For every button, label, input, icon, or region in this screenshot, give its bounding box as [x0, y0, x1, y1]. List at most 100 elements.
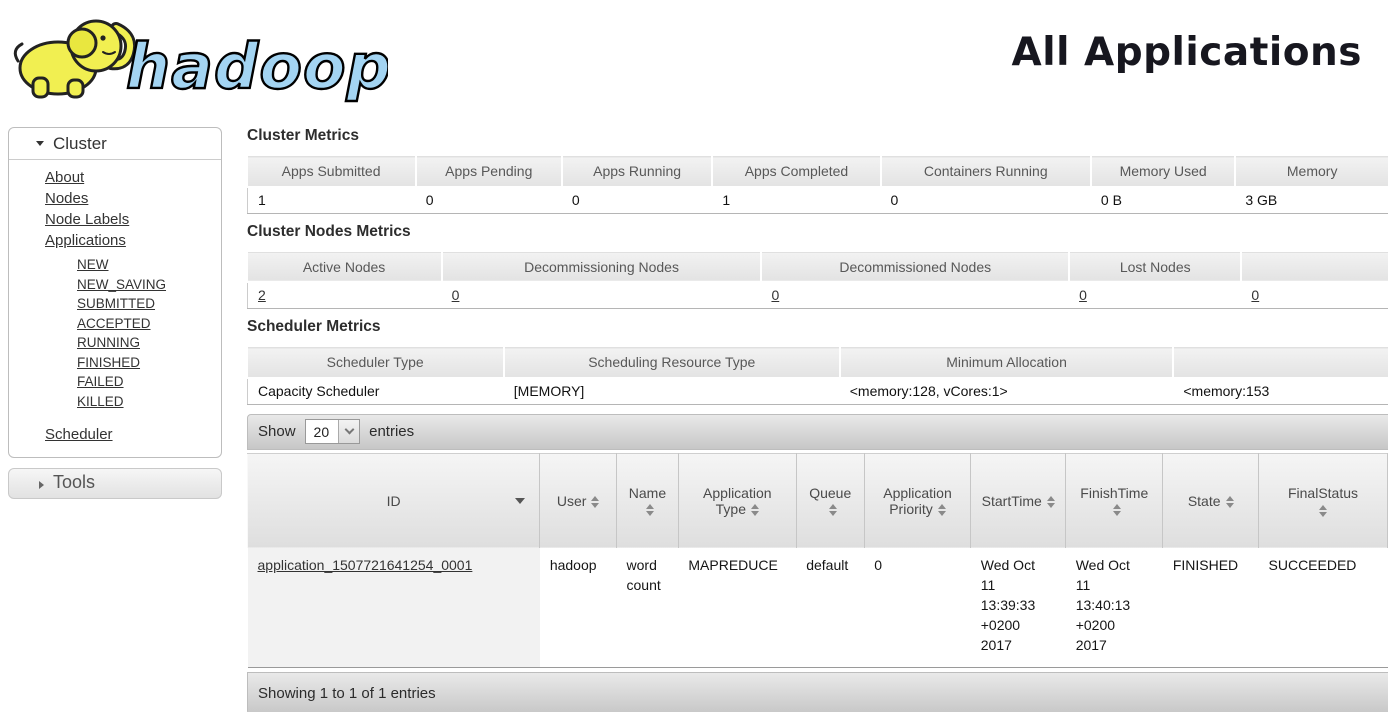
application-row: application_1507721641254_0001 hadoop wo… — [248, 548, 1388, 667]
memory-total-value: 3 GB — [1235, 187, 1388, 214]
decommissioning-nodes-value: 0 — [442, 282, 762, 309]
col-label: User — [557, 493, 587, 509]
sidebar-item-accepted[interactable]: ACCEPTED — [77, 316, 151, 331]
active-nodes-link[interactable]: 2 — [258, 287, 266, 303]
app-priority-cell: 0 — [864, 548, 970, 667]
table-row: Apps Submitted Apps Pending Apps Running… — [248, 157, 1388, 187]
table-info-text: Showing 1 to 1 of 1 entries — [258, 685, 436, 702]
apps-col-finalstatus[interactable]: FinalStatus — [1259, 453, 1388, 548]
application-id-link[interactable]: application_1507721641254_0001 — [258, 557, 473, 573]
sidebar-item-submitted[interactable]: SUBMITTED — [77, 296, 155, 311]
main-content: Cluster Metrics Apps Submitted Apps Pend… — [247, 116, 1388, 712]
col-memory-total: Memory — [1235, 157, 1388, 187]
application-state-links: NEW NEW_SAVING SUBMITTED ACCEPTED RUNNIN… — [77, 255, 221, 411]
list-item: Applications — [45, 230, 221, 251]
cluster-links: About Nodes Node Labels Applications — [45, 167, 221, 251]
sort-icon — [591, 496, 599, 508]
minimum-allocation-value: <memory:128, vCores:1> — [840, 378, 1174, 405]
list-item: Scheduler — [45, 424, 221, 445]
page-size-select[interactable]: 20 — [305, 419, 361, 444]
cluster-section-header[interactable]: Cluster — [9, 128, 221, 160]
tools-section-header[interactable]: Tools — [8, 468, 222, 499]
list-item: RUNNING — [77, 333, 221, 353]
clipped-nodes-link[interactable]: 0 — [1251, 287, 1259, 303]
app-state-cell: FINISHED — [1163, 548, 1259, 667]
sidebar-item-finished[interactable]: FINISHED — [77, 355, 140, 370]
app-finalstatus-cell: SUCCEEDED — [1259, 548, 1388, 667]
apps-col-finishtime[interactable]: FinishTime — [1066, 453, 1163, 548]
sidebar-item-applications[interactable]: Applications — [45, 232, 126, 249]
table-info-toolbar: Showing 1 to 1 of 1 entries — [247, 672, 1388, 712]
applications-table: ID User Name Application Type Queue Appl… — [247, 453, 1388, 668]
cluster-section-label: Cluster — [53, 134, 107, 153]
sort-icon — [1226, 496, 1234, 508]
sidebar-item-new-saving[interactable]: NEW_SAVING — [77, 277, 166, 292]
sidebar-item-nodes[interactable]: Nodes — [45, 190, 88, 207]
apps-col-starttime[interactable]: StartTime — [971, 453, 1066, 548]
sidebar-item-failed[interactable]: FAILED — [77, 374, 124, 389]
cluster-nodes-metrics-heading: Cluster Nodes Metrics — [247, 223, 1388, 241]
col-label: Queue — [809, 485, 851, 501]
apps-col-application-type[interactable]: Application Type — [678, 453, 796, 548]
sort-icon — [751, 504, 759, 516]
apps-col-id[interactable]: ID — [248, 453, 540, 548]
sidebar-item-node-labels[interactable]: Node Labels — [45, 211, 129, 228]
cluster-metrics-heading: Cluster Metrics — [247, 127, 1388, 145]
col-lost-nodes: Lost Nodes — [1069, 252, 1241, 282]
apps-col-queue[interactable]: Queue — [796, 453, 864, 548]
sidebar-item-running[interactable]: RUNNING — [77, 335, 140, 350]
active-nodes-value: 2 — [248, 282, 442, 309]
app-finishtime-cell: Wed Oct 11 13:40:13 +0200 2017 — [1066, 548, 1163, 667]
table-row: 2 0 0 0 0 — [248, 282, 1388, 309]
cluster-metrics-table: Apps Submitted Apps Pending Apps Running… — [247, 156, 1388, 214]
apps-col-application-priority[interactable]: Application Priority — [864, 453, 970, 548]
apps-col-name[interactable]: Name — [617, 453, 679, 548]
apps-col-state[interactable]: State — [1163, 453, 1259, 548]
sidebar: Cluster About Nodes Node Labels Applicat… — [8, 127, 222, 499]
col-memory-used: Memory Used — [1091, 157, 1235, 187]
col-decommissioning-nodes: Decommissioning Nodes — [442, 252, 762, 282]
sidebar-item-about[interactable]: About — [45, 169, 84, 186]
chevron-down-icon — [36, 141, 44, 146]
decommissioned-nodes-value: 0 — [761, 282, 1069, 309]
scheduling-resource-type-value: [MEMORY] — [504, 378, 840, 405]
sidebar-item-new[interactable]: NEW — [77, 257, 109, 272]
list-item: Node Labels — [45, 209, 221, 230]
tools-section-label: Tools — [53, 472, 95, 492]
sidebar-item-scheduler[interactable]: Scheduler — [45, 426, 113, 443]
table-row: Active Nodes Decommissioning Nodes Decom… — [248, 252, 1388, 282]
scheduler-metrics-heading: Scheduler Metrics — [247, 318, 1388, 336]
sidebar-item-killed[interactable]: KILLED — [77, 394, 124, 409]
memory-used-value: 0 B — [1091, 187, 1235, 214]
lost-nodes-link[interactable]: 0 — [1079, 287, 1087, 303]
app-starttime-cell: Wed Oct 11 13:39:33 +0200 2017 — [971, 548, 1066, 667]
list-item: NEW_SAVING — [77, 275, 221, 295]
col-apps-pending: Apps Pending — [416, 157, 562, 187]
lost-nodes-value: 0 — [1069, 282, 1241, 309]
col-apps-completed: Apps Completed — [712, 157, 880, 187]
sort-icon — [1319, 505, 1327, 517]
list-item: SUBMITTED — [77, 294, 221, 314]
page-title: All Applications — [1012, 30, 1362, 75]
col-label: FinishTime — [1080, 485, 1148, 501]
app-name-cell: word count — [617, 548, 679, 667]
list-item: Nodes — [45, 188, 221, 209]
col-label: State — [1188, 493, 1221, 509]
apps-running-value: 0 — [562, 187, 713, 214]
app-queue-cell: default — [796, 548, 864, 667]
top-bar: hadoop All Applications — [0, 0, 1388, 116]
col-clipped — [1241, 252, 1388, 282]
col-containers-running: Containers Running — [881, 157, 1091, 187]
cluster-nav-box: Cluster About Nodes Node Labels Applicat… — [8, 127, 222, 458]
select-arrow-icon — [338, 420, 359, 443]
app-id-cell: application_1507721641254_0001 — [248, 548, 540, 667]
sort-icon — [829, 504, 837, 516]
table-row: 1 0 0 1 0 0 B 3 GB — [248, 187, 1388, 214]
decommissioned-nodes-link[interactable]: 0 — [771, 287, 779, 303]
apps-col-user[interactable]: User — [540, 453, 617, 548]
decommissioning-nodes-link[interactable]: 0 — [452, 287, 460, 303]
col-label: ID — [387, 493, 401, 509]
sort-icon — [1047, 496, 1055, 508]
logo-wordmark: hadoop — [126, 30, 388, 103]
clipped-nodes-value: 0 — [1241, 282, 1388, 309]
